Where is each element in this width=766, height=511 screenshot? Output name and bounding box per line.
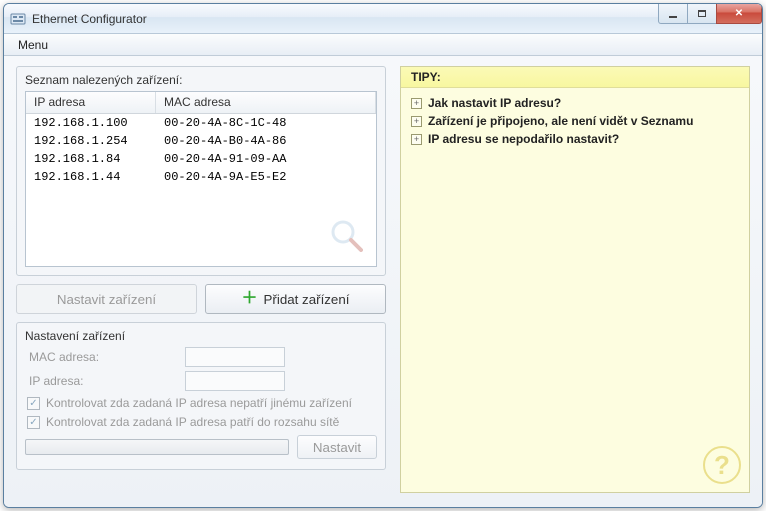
window-title: Ethernet Configurator — [32, 12, 147, 26]
device-list-group: Seznam nalezených zařízení: IP adresa MA… — [16, 66, 386, 276]
tip-item[interactable]: + Zařízení je připojeno, ale není vidět … — [411, 112, 739, 130]
app-window: Ethernet Configurator ✕ Menu Seznam nale… — [3, 3, 763, 508]
search-icon — [328, 217, 366, 258]
table-row[interactable]: 192.168.1.100 00-20-4A-8C-1C-48 — [26, 114, 376, 132]
col-header-ip[interactable]: IP adresa — [26, 92, 156, 113]
maximize-button[interactable] — [687, 4, 717, 24]
tips-title: TIPY: — [401, 67, 749, 88]
apply-button[interactable]: Nastavit — [297, 435, 377, 459]
tip-item[interactable]: + IP adresu se nepodařilo nastavit? — [411, 130, 739, 148]
window-controls: ✕ — [659, 4, 762, 24]
tip-item[interactable]: + Jak nastavit IP adresu? — [411, 94, 739, 112]
ip-label: IP adresa: — [25, 374, 185, 388]
col-header-mac[interactable]: MAC adresa — [156, 92, 376, 113]
content-area: Seznam nalezených zařízení: IP adresa MA… — [4, 56, 762, 507]
table-row[interactable]: 192.168.1.254 00-20-4A-B0-4A-86 — [26, 132, 376, 150]
minimize-button[interactable] — [658, 4, 688, 24]
expand-icon[interactable]: + — [411, 116, 422, 127]
settings-title: Nastavení zařízení — [25, 329, 377, 343]
checkbox-conflict-label: Kontrolovat zda zadaná IP adresa nepatří… — [46, 396, 352, 410]
progress-bar — [25, 439, 289, 455]
menu-item-menu[interactable]: Menu — [12, 36, 54, 54]
close-button[interactable]: ✕ — [716, 4, 762, 24]
help-icon[interactable]: ? — [703, 446, 741, 484]
app-icon — [10, 11, 26, 27]
set-device-button[interactable]: Nastavit zařízení — [16, 284, 197, 314]
button-row: Nastavit zařízení ＋ Přidat zařízení — [16, 284, 386, 314]
checkbox-range-label: Kontrolovat zda zadaná IP adresa patří d… — [46, 415, 339, 429]
menu-bar: Menu — [4, 34, 762, 56]
device-list[interactable]: IP adresa MAC adresa 192.168.1.100 00-20… — [25, 91, 377, 267]
ip-field[interactable] — [185, 371, 285, 391]
device-list-title: Seznam nalezených zařízení: — [25, 73, 377, 87]
add-device-button[interactable]: ＋ Přidat zařízení — [205, 284, 386, 314]
expand-icon[interactable]: + — [411, 98, 422, 109]
list-header: IP adresa MAC adresa — [26, 92, 376, 114]
right-pane: TIPY: + Jak nastavit IP adresu? + Zaříze… — [400, 66, 750, 493]
list-body: 192.168.1.100 00-20-4A-8C-1C-48 192.168.… — [26, 114, 376, 186]
plus-icon: ＋ — [242, 291, 258, 307]
title-bar[interactable]: Ethernet Configurator ✕ — [4, 4, 762, 34]
checkbox-conflict[interactable]: ✓ — [27, 397, 40, 410]
mac-field[interactable] — [185, 347, 285, 367]
expand-icon[interactable]: + — [411, 134, 422, 145]
table-row[interactable]: 192.168.1.84 00-20-4A-91-09-AA — [26, 150, 376, 168]
table-row[interactable]: 192.168.1.44 00-20-4A-9A-E5-E2 — [26, 168, 376, 186]
left-pane: Seznam nalezených zařízení: IP adresa MA… — [16, 66, 386, 493]
tips-panel: TIPY: + Jak nastavit IP adresu? + Zaříze… — [400, 66, 750, 493]
settings-group: Nastavení zařízení MAC adresa: IP adresa… — [16, 322, 386, 470]
checkbox-range[interactable]: ✓ — [27, 416, 40, 429]
mac-label: MAC adresa: — [25, 350, 185, 364]
